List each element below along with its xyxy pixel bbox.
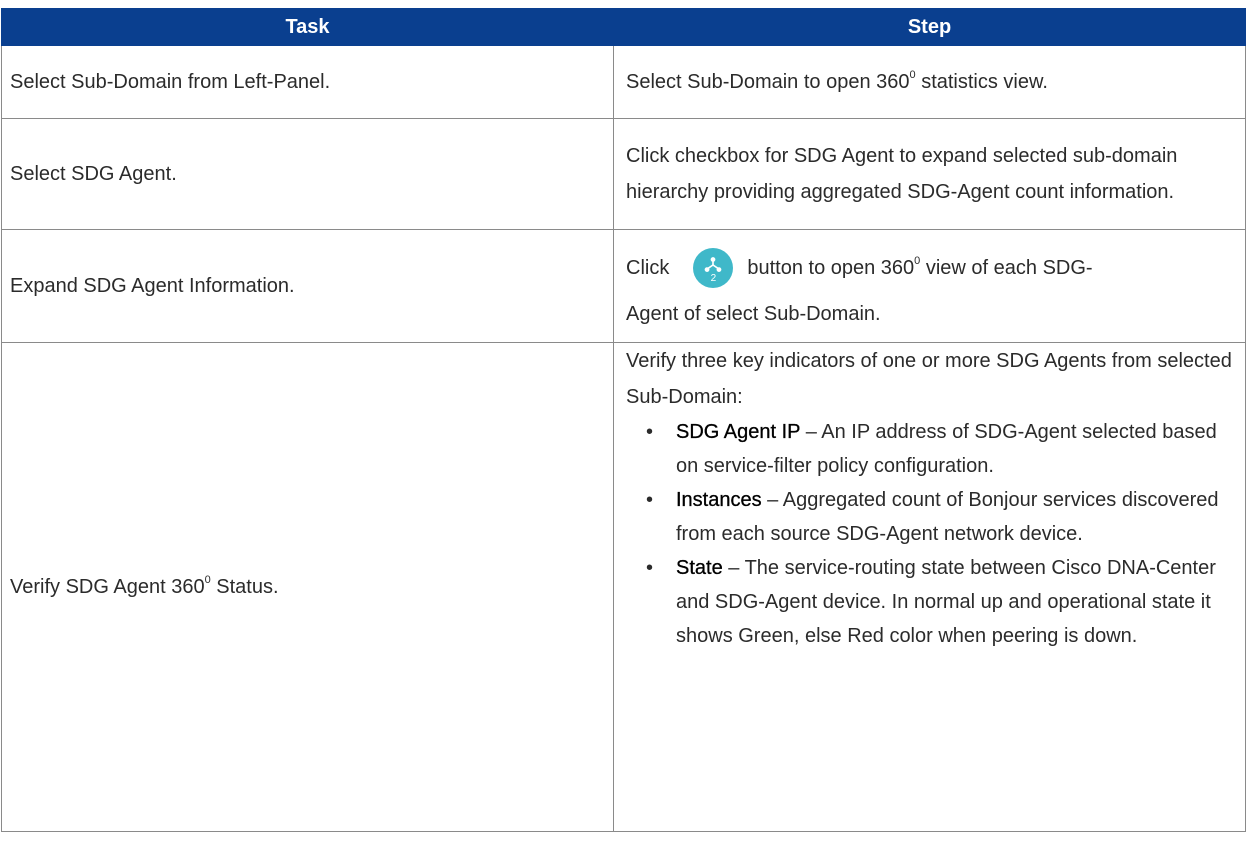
indicator-term: State bbox=[676, 557, 723, 579]
indicator-text: – The service-routing state between Cisc… bbox=[676, 557, 1216, 647]
task-cell: Select SDG Agent. bbox=[1, 118, 614, 230]
table-header-row: Task Step bbox=[1, 8, 1246, 46]
task-cell: Expand SDG Agent Information. bbox=[1, 229, 614, 343]
degree-superscript: 0 bbox=[914, 255, 921, 268]
step-text: button to open 3600 view of each SDG- bbox=[747, 255, 1093, 279]
task-step-table: Task Step Select Sub-Domain from Left-Pa… bbox=[1, 8, 1246, 832]
step-text: Agent of select Sub-Domain. bbox=[626, 303, 881, 325]
step-text: statistics view. bbox=[915, 71, 1048, 93]
degree-superscript: 0 bbox=[909, 69, 916, 82]
column-header-step: Step bbox=[613, 8, 1246, 46]
list-item: State – The service-routing state betwee… bbox=[646, 551, 1235, 653]
table-row: Expand SDG Agent Information. Click 2 bu… bbox=[1, 229, 1246, 343]
step-text: Click bbox=[626, 257, 670, 279]
table-row: Select Sub-Domain from Left-Panel. Selec… bbox=[1, 45, 1246, 119]
list-item: SDG Agent IP – An IP address of SDG-Agen… bbox=[646, 415, 1235, 483]
list-item: Instances – Aggregated count of Bonjour … bbox=[646, 483, 1235, 551]
indicator-term: Instances bbox=[676, 489, 762, 511]
step-line: Click 2 button to open 3600 view of each bbox=[626, 240, 1235, 296]
topology-icon[interactable]: 2 bbox=[693, 248, 734, 288]
indicator-list: SDG Agent IP – An IP address of SDG-Agen… bbox=[626, 415, 1235, 653]
column-header-task: Task bbox=[1, 8, 614, 46]
table-row: Verify SDG Agent 3600 Status. Verify thr… bbox=[1, 342, 1246, 832]
step-text: Select Sub-Domain to open 360 bbox=[626, 71, 910, 93]
step-cell: Select Sub-Domain to open 3600 statistic… bbox=[613, 45, 1246, 119]
task-cell: Verify SDG Agent 3600 Status. bbox=[1, 342, 614, 832]
step-cell: Click 2 button to open 3600 view of each bbox=[613, 229, 1246, 343]
indicator-term: SDG Agent IP bbox=[676, 421, 801, 443]
icon-badge: 2 bbox=[710, 273, 717, 284]
step-intro: Verify three key indicators of one or mo… bbox=[626, 350, 1232, 408]
table-row: Select SDG Agent. Click checkbox for SDG… bbox=[1, 118, 1246, 230]
step-cell: Verify three key indicators of one or mo… bbox=[613, 342, 1246, 832]
step-cell: Click checkbox for SDG Agent to expand s… bbox=[613, 118, 1246, 230]
degree-superscript: 0 bbox=[204, 574, 211, 587]
task-cell: Select Sub-Domain from Left-Panel. bbox=[1, 45, 614, 119]
